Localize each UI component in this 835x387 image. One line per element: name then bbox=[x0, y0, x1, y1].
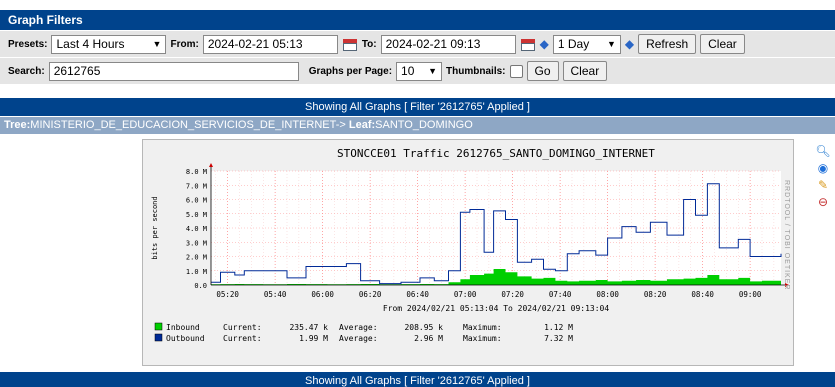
tree-breadcrumb: Tree:MINISTERIO_DE_EDUCACION_SERVICIOS_D… bbox=[0, 117, 835, 134]
to-label: To: bbox=[361, 38, 377, 50]
graphs-per-page-value: 10 bbox=[401, 64, 415, 78]
filter-row-presets: Presets: Last 4 Hours ▼ From: 2024-02-21… bbox=[0, 31, 835, 57]
legend-maximum-value: 7.32 M bbox=[544, 334, 573, 343]
thumbnails-checkbox[interactable] bbox=[509, 64, 523, 78]
from-label: From: bbox=[170, 38, 199, 50]
leaf-value[interactable]: SANTO_DOMINGO bbox=[375, 119, 473, 131]
graphs-per-page-label: Graphs per Page: bbox=[308, 65, 393, 77]
legend-average-value: 208.95 k bbox=[404, 323, 443, 332]
properties-icon[interactable]: ◉ bbox=[818, 161, 828, 175]
legend-name: Inbound bbox=[166, 323, 200, 332]
presets-select[interactable]: Last 4 Hours ▼ bbox=[51, 34, 167, 54]
legend-average-label: Average: bbox=[339, 334, 378, 343]
legend-current-value: 235.47 k bbox=[289, 323, 328, 332]
shift-left-icon[interactable]: ◆ bbox=[540, 38, 549, 50]
y-tick-label: 5.0 M bbox=[186, 211, 207, 219]
graph-title: STONCCE01 Traffic 2612765_SANTO_DOMINGO_… bbox=[337, 147, 655, 160]
shift-right-icon[interactable]: ◆ bbox=[625, 38, 634, 50]
filter-row-search: Search: 2612765 Graphs per Page: 10 ▼ Th… bbox=[0, 58, 835, 84]
search-input[interactable]: 2612765 bbox=[48, 61, 299, 81]
presets-value: Last 4 Hours bbox=[56, 37, 125, 51]
y-tick-label: 2.0 M bbox=[186, 254, 207, 262]
tree-value[interactable]: MINISTERIO_DE_EDUCACION_SERVICIOS_DE_INT… bbox=[30, 119, 346, 131]
delete-icon[interactable]: ⊖ bbox=[818, 195, 828, 209]
showing-graphs-banner: Showing All Graphs [ Filter '2612765' Ap… bbox=[0, 98, 835, 116]
y-axis-label: bits per second bbox=[151, 196, 159, 259]
rrdtool-watermark: RRDTOOL / TOBI OETIKER bbox=[783, 180, 790, 291]
chevron-down-icon: ▼ bbox=[606, 39, 616, 49]
y-tick-label: 7.0 M bbox=[186, 182, 207, 190]
legend-current-value: 1.99 M bbox=[299, 334, 328, 343]
legend-maximum-label: Maximum: bbox=[463, 334, 502, 343]
leaf-label: Leaf: bbox=[348, 119, 376, 131]
tree-label: Tree: bbox=[4, 119, 31, 131]
y-tick-label: 0.0 bbox=[194, 282, 207, 290]
x-tick-label: 09:00 bbox=[739, 290, 762, 299]
to-input[interactable]: 2024-02-21 09:13 bbox=[380, 34, 516, 54]
clear-button[interactable]: Clear bbox=[700, 34, 745, 54]
y-tick-label: 8.0 M bbox=[186, 168, 207, 176]
legend-average-label: Average: bbox=[339, 323, 378, 332]
edit-icon[interactable]: ✎ bbox=[818, 178, 828, 192]
zoom-icon[interactable]: 🔍︎ bbox=[815, 144, 830, 158]
chevron-down-icon: ▼ bbox=[152, 39, 162, 49]
x-tick-label: 05:40 bbox=[264, 290, 287, 299]
timespan-select[interactable]: 1 Day ▼ bbox=[552, 34, 621, 54]
legend-current-label: Current: bbox=[223, 334, 262, 343]
graphs-per-page-select[interactable]: 10 ▼ bbox=[396, 61, 443, 81]
legend-maximum-label: Maximum: bbox=[463, 323, 502, 332]
graph-actions: 🔍︎ ◉ ✎ ⊖ bbox=[814, 144, 832, 209]
legend-current-label: Current: bbox=[223, 323, 262, 332]
thumbnails-label: Thumbnails: bbox=[446, 65, 506, 77]
legend-maximum-value: 1.12 M bbox=[544, 323, 573, 332]
x-tick-label: 07:00 bbox=[454, 290, 477, 299]
presets-label: Presets: bbox=[8, 38, 48, 50]
legend-swatch-outbound bbox=[154, 333, 163, 342]
legend-swatch-inbound bbox=[154, 322, 163, 331]
traffic-graph[interactable]: STONCCE01 Traffic 2612765_SANTO_DOMINGO_… bbox=[142, 139, 794, 366]
y-axis-arrow bbox=[209, 163, 213, 167]
from-input[interactable]: 2024-02-21 05:13 bbox=[202, 34, 338, 54]
refresh-button[interactable]: Refresh bbox=[638, 34, 697, 54]
time-range-label: From 2024/02/21 05:13:04 To 2024/02/21 0… bbox=[383, 304, 610, 313]
x-tick-label: 07:20 bbox=[501, 290, 524, 299]
calendar-icon[interactable] bbox=[342, 37, 358, 51]
x-tick-label: 08:20 bbox=[644, 290, 667, 299]
showing-graphs-banner-bottom: Showing All Graphs [ Filter '2612765' Ap… bbox=[0, 372, 835, 387]
go-button[interactable]: Go bbox=[526, 61, 559, 81]
graph-filters-header: Graph Filters bbox=[0, 10, 835, 30]
y-tick-label: 1.0 M bbox=[186, 268, 207, 276]
search-label: Search: bbox=[8, 65, 45, 77]
x-tick-label: 06:40 bbox=[406, 290, 429, 299]
x-tick-label: 07:40 bbox=[549, 290, 572, 299]
x-tick-label: 08:00 bbox=[596, 290, 619, 299]
chevron-down-icon: ▼ bbox=[428, 66, 438, 76]
x-tick-label: 08:40 bbox=[691, 290, 714, 299]
x-tick-label: 06:00 bbox=[311, 290, 334, 299]
x-tick-label: 06:20 bbox=[359, 290, 382, 299]
y-tick-label: 4.0 M bbox=[186, 225, 207, 233]
clear-search-button[interactable]: Clear bbox=[562, 61, 608, 81]
traffic-graph-svg: STONCCE01 Traffic 2612765_SANTO_DOMINGO_… bbox=[151, 147, 789, 343]
timespan-value: 1 Day bbox=[557, 37, 590, 51]
legend-average-value: 2.96 M bbox=[414, 334, 443, 343]
x-tick-label: 05:20 bbox=[216, 290, 239, 299]
y-tick-label: 6.0 M bbox=[186, 197, 207, 205]
y-tick-label: 3.0 M bbox=[186, 239, 207, 247]
calendar-icon[interactable] bbox=[520, 37, 536, 51]
legend-name: Outbound bbox=[166, 334, 205, 343]
